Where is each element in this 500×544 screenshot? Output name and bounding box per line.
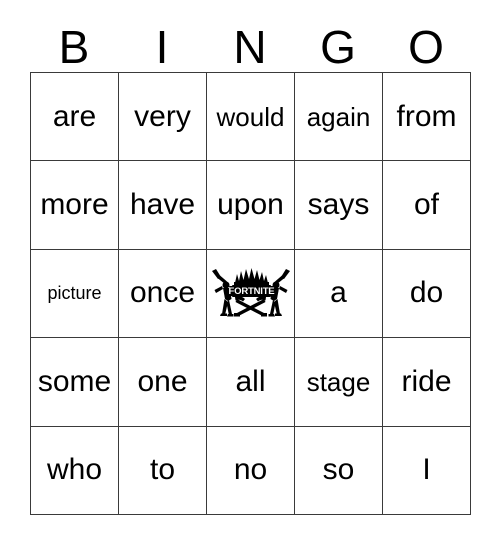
bingo-cell-word: from: [396, 99, 457, 133]
bingo-cell-word: ride: [401, 364, 452, 398]
bingo-cell[interactable]: says: [295, 161, 383, 250]
bingo-cell-word: to: [149, 453, 176, 487]
bingo-cell-word: have: [129, 188, 196, 222]
bingo-cell[interactable]: upon: [207, 161, 295, 250]
bingo-cell[interactable]: of: [383, 161, 471, 250]
bingo-cell-word: no: [233, 453, 268, 487]
bingo-cell[interactable]: ride: [383, 338, 471, 427]
bingo-cell[interactable]: would: [207, 73, 295, 162]
bingo-cell-word: are: [52, 99, 97, 133]
bingo-row: picture once FORTNITE a do: [31, 249, 471, 339]
bingo-header-letter: G: [320, 21, 356, 73]
bingo-cell-word: who: [46, 453, 103, 487]
fortnite-banner-text: FORTNITE: [228, 286, 274, 297]
bingo-cell[interactable]: have: [119, 161, 207, 250]
bingo-cell-word: more: [40, 188, 109, 222]
bingo-cell-word: stage: [306, 366, 371, 397]
bingo-header-g: G: [294, 14, 382, 72]
bingo-header-i: I: [118, 14, 206, 72]
bingo-header-letter: I: [155, 21, 169, 73]
bingo-cell-word: a: [330, 276, 347, 310]
bingo-cell[interactable]: so: [295, 426, 383, 515]
bingo-cell[interactable]: once: [119, 249, 207, 339]
bingo-header-b: B: [30, 14, 118, 72]
bingo-cell-word: do: [409, 276, 444, 310]
bingo-cell-word: all: [235, 364, 266, 398]
bingo-cell[interactable]: a: [295, 249, 383, 339]
bingo-cell[interactable]: are: [31, 73, 119, 162]
bingo-cell[interactable]: I: [383, 426, 471, 515]
bingo-cell-word: one: [137, 364, 188, 398]
bingo-row: are very would again from: [31, 73, 471, 162]
bingo-cell-word: some: [37, 364, 112, 398]
bingo-cell[interactable]: some: [31, 338, 119, 427]
bingo-row: more have upon says of: [31, 161, 471, 250]
bingo-cell-word: would: [216, 101, 285, 132]
bingo-cell[interactable]: more: [31, 161, 119, 250]
bingo-cell-word: says: [307, 188, 370, 222]
bingo-cell-word: so: [322, 453, 355, 487]
bingo-cell[interactable]: no: [207, 426, 295, 515]
bingo-cell[interactable]: to: [119, 426, 207, 515]
bingo-free-space-cell[interactable]: FORTNITE: [207, 249, 295, 339]
bingo-cell[interactable]: again: [295, 73, 383, 162]
bingo-header-o: O: [382, 14, 470, 72]
bingo-header-letter: B: [58, 21, 90, 73]
bingo-header-n: N: [206, 14, 294, 72]
bingo-row: some one all stage ride: [31, 338, 471, 427]
bingo-cell[interactable]: who: [31, 426, 119, 515]
bingo-cell[interactable]: all: [207, 338, 295, 427]
bingo-grid: are very would again from more have upon…: [30, 72, 471, 515]
bingo-cell[interactable]: from: [383, 73, 471, 162]
bingo-cell[interactable]: one: [119, 338, 207, 427]
bingo-cell-word: I: [422, 453, 431, 487]
bingo-cell[interactable]: picture: [31, 249, 119, 339]
bingo-cell[interactable]: very: [119, 73, 207, 162]
bingo-header-letter: O: [408, 21, 444, 73]
bingo-cell-word: upon: [217, 188, 284, 222]
bingo-cell[interactable]: do: [383, 249, 471, 339]
bingo-row: who to no so I: [31, 426, 471, 515]
bingo-header-letter: N: [233, 21, 267, 73]
bingo-cell-word: of: [413, 188, 440, 222]
bingo-card: B I N G O are very would again from more…: [30, 14, 471, 515]
bingo-cell-word: again: [306, 101, 371, 132]
bingo-cell-word: once: [129, 276, 196, 310]
bingo-cell-word: picture: [47, 283, 102, 304]
bingo-header-row: B I N G O: [30, 14, 470, 72]
bingo-cell[interactable]: stage: [295, 338, 383, 427]
fortnite-logo-icon: FORTNITE: [210, 264, 292, 322]
bingo-cell-word: very: [134, 99, 191, 133]
